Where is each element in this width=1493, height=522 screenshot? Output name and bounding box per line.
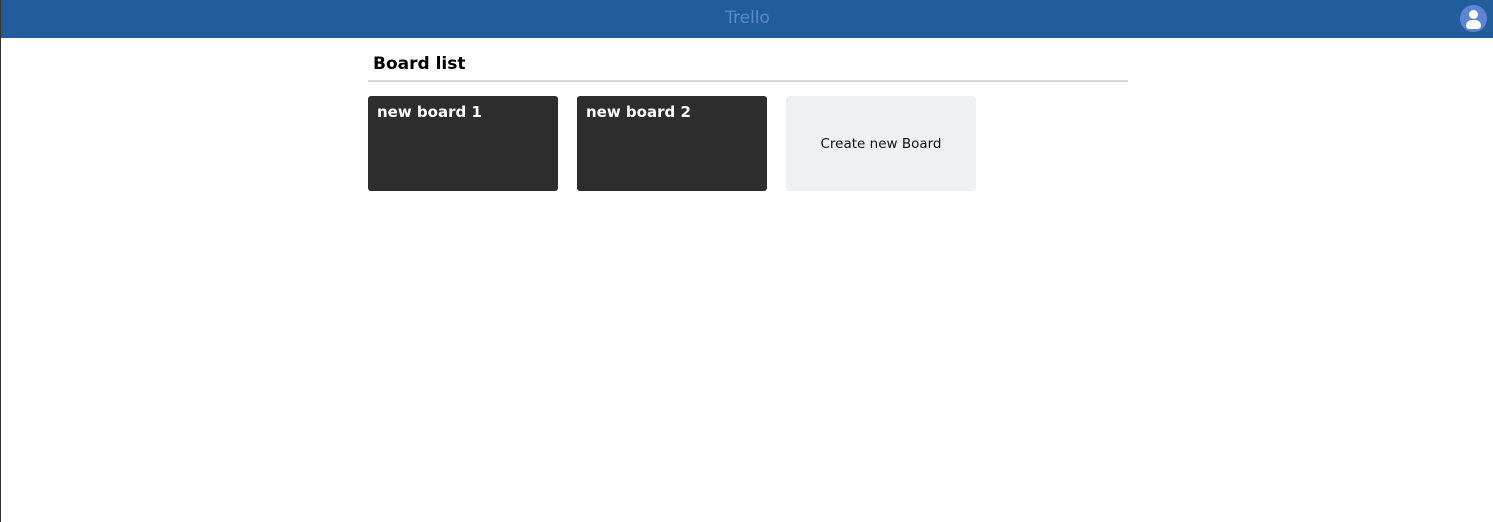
top-header: Trello: [1, 0, 1493, 38]
create-board-label: Create new Board: [820, 135, 942, 152]
user-avatar-icon[interactable]: [1460, 5, 1487, 32]
title-divider: [368, 80, 1128, 82]
app-title: Trello: [725, 8, 770, 28]
avatar-body: [1466, 20, 1481, 29]
board-card[interactable]: new board 1: [368, 96, 558, 191]
board-card[interactable]: new board 2: [577, 96, 767, 191]
avatar-head: [1469, 10, 1478, 19]
page-title: Board list: [373, 54, 466, 74]
create-board-button[interactable]: Create new Board: [786, 96, 976, 191]
